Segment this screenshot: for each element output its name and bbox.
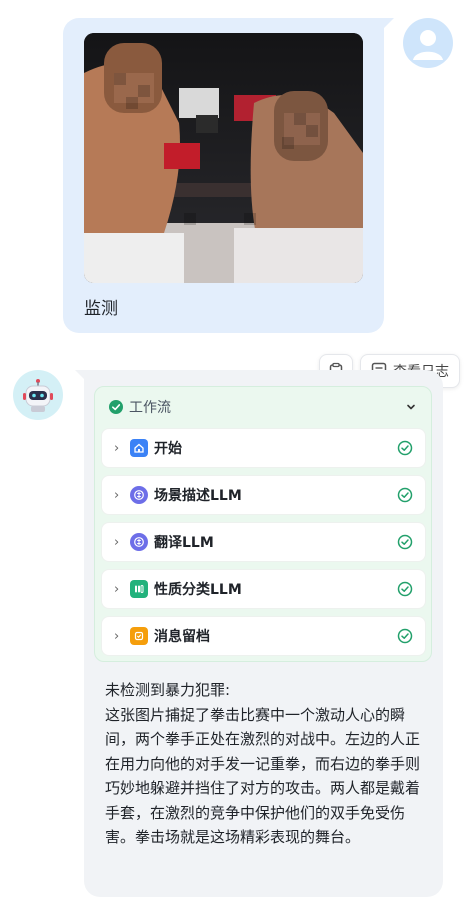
home-icon	[130, 439, 148, 457]
workflow-step-label: 翻译LLM	[154, 535, 214, 551]
classifier-icon	[130, 580, 148, 598]
workflow-step-archive[interactable]: › 消息留档	[101, 616, 426, 656]
workflow-header[interactable]: 工作流	[95, 387, 431, 427]
llm-icon	[130, 486, 148, 504]
user-message-bubble: 监测	[63, 18, 394, 333]
bot-message-bubble: 工作流 › 开始 › 场景描述LLM › 翻译LLM › 性质分类LLM › 消…	[75, 370, 443, 897]
user-message-text: 监测	[84, 299, 118, 319]
success-check-icon	[397, 581, 413, 597]
workflow-panel: 工作流 › 开始 › 场景描述LLM › 翻译LLM › 性质分类LLM › 消…	[94, 386, 432, 662]
success-check-icon	[397, 487, 413, 503]
archive-icon	[130, 627, 148, 645]
chevron-right-icon: ›	[114, 440, 120, 456]
chevron-right-icon: ›	[114, 487, 120, 503]
result-body: 这张图片捕捉了拳击比赛中一个激动人心的瞬间，两个拳手正处在激烈的对战中。左边的人…	[105, 705, 421, 847]
workflow-step-label: 性质分类LLM	[154, 582, 242, 598]
bot-avatar	[13, 370, 63, 420]
bot-result-text: 未检测到暴力犯罪: 这张图片捕捉了拳击比赛中一个激动人心的瞬间，两个拳手正处在激…	[105, 678, 427, 850]
workflow-step-start[interactable]: › 开始	[101, 428, 426, 468]
workflow-step-scene-llm[interactable]: › 场景描述LLM	[101, 475, 426, 515]
chevron-down-icon[interactable]	[405, 401, 417, 413]
user-avatar	[403, 18, 453, 68]
success-check-icon	[397, 440, 413, 456]
workflow-step-translate-llm[interactable]: › 翻译LLM	[101, 522, 426, 562]
success-check-icon	[397, 534, 413, 550]
attached-image[interactable]	[84, 33, 363, 283]
success-check-icon	[397, 628, 413, 644]
result-heading: 未检测到暴力犯罪:	[105, 681, 231, 699]
workflow-step-classify-llm[interactable]: › 性质分类LLM	[101, 569, 426, 609]
llm-icon	[130, 533, 148, 551]
robot-icon	[23, 379, 53, 412]
workflow-title: 工作流	[129, 400, 171, 416]
chevron-right-icon: ›	[114, 628, 120, 644]
chevron-right-icon: ›	[114, 581, 120, 597]
chevron-right-icon: ›	[114, 534, 120, 550]
workflow-step-label: 消息留档	[154, 629, 210, 645]
workflow-step-label: 开始	[154, 441, 182, 457]
check-circle-icon	[109, 400, 123, 414]
user-silhouette-icon	[413, 30, 443, 60]
workflow-step-label: 场景描述LLM	[154, 488, 242, 504]
